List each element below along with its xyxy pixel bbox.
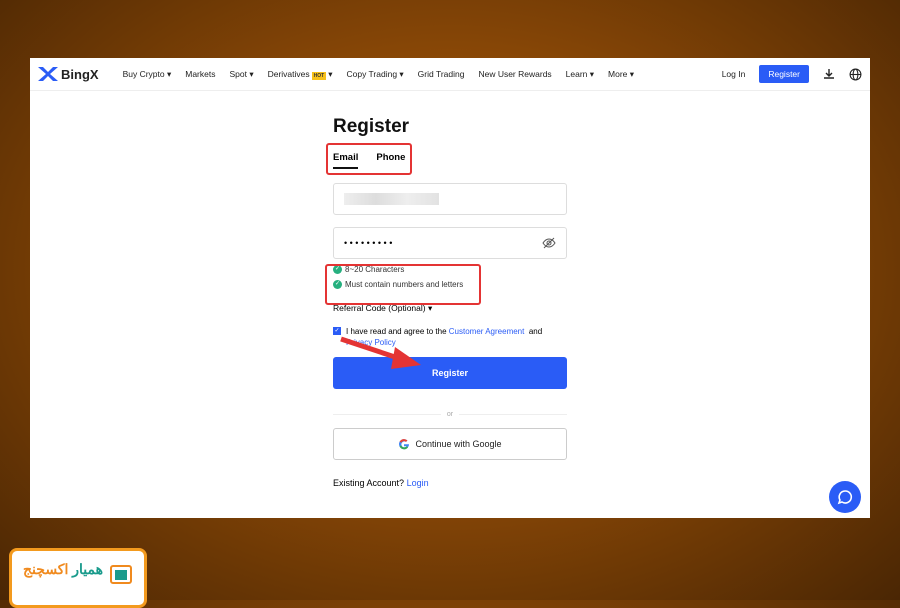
eye-off-icon[interactable] [542, 237, 556, 249]
brand-name: BingX [61, 66, 99, 82]
nav-learn[interactable]: Learn ▾ [566, 69, 594, 80]
google-label: Continue with Google [415, 439, 502, 449]
password-rules: ✓ 8~20 Characters ✓ Must contain numbers a… [325, 264, 567, 305]
existing-text: Existing Account? [333, 478, 405, 488]
nav-copy-trading[interactable]: Copy Trading ▾ [346, 69, 403, 80]
register-tabs: Email Phone [326, 143, 567, 175]
highlight-box [326, 143, 412, 175]
email-input[interactable] [333, 183, 567, 215]
nav-derivatives[interactable]: Derivatives HOT ▾ [267, 68, 332, 80]
or-divider: or [333, 411, 568, 418]
agree-checkbox[interactable]: ✓ [333, 327, 341, 335]
nav-grid-trading[interactable]: Grid Trading [418, 69, 465, 79]
nav-derivatives-label: Derivatives [267, 68, 310, 79]
highlight-box [325, 264, 481, 305]
globe-icon[interactable] [849, 68, 862, 81]
login-link[interactable]: Log In [722, 69, 746, 79]
and-text: and [528, 327, 543, 336]
watermark-text: همیار اکسچنج [23, 561, 103, 577]
hot-badge: HOT [311, 71, 327, 80]
google-icon [399, 439, 410, 450]
nav-more[interactable]: More ▾ [608, 69, 634, 80]
chat-support-button[interactable] [829, 481, 861, 513]
google-signin-button[interactable]: Continue with Google [333, 428, 567, 460]
bingx-logo[interactable]: BingX [38, 67, 99, 82]
red-arrow-annotation [340, 336, 421, 369]
customer-agreement-link[interactable]: Customer Agreement [449, 327, 525, 336]
wallet-icon [109, 565, 132, 584]
or-text: or [446, 411, 454, 418]
page-title: Register [333, 116, 410, 137]
blurred-email [344, 193, 439, 205]
nav-spot[interactable]: Spot ▾ [229, 69, 253, 80]
password-input[interactable]: • • • • • • • • • [333, 227, 567, 259]
register-form: Register Email Phone • • • • • • • • • ✓… [325, 116, 568, 488]
top-nav: BingX Buy Crypto ▾ Markets Spot ▾ Deriva… [30, 58, 870, 91]
watermark-logo: همیار اکسچنج [9, 548, 147, 608]
nav-markets[interactable]: Markets [185, 69, 215, 79]
password-value: • • • • • • • • • [344, 238, 393, 248]
nav-buy-crypto[interactable]: Buy Crypto ▾ [123, 69, 172, 80]
bingx-x-icon [38, 67, 58, 81]
existing-account-row: Existing Account? Login [333, 478, 567, 488]
chat-icon [837, 490, 853, 505]
nav-new-user-rewards[interactable]: New User Rewards [478, 69, 551, 79]
login-link-bottom[interactable]: Login [407, 478, 429, 488]
browser-window: BingX Buy Crypto ▾ Markets Spot ▾ Deriva… [30, 58, 870, 518]
register-nav-button[interactable]: Register [759, 65, 809, 83]
download-icon[interactable] [823, 68, 835, 80]
